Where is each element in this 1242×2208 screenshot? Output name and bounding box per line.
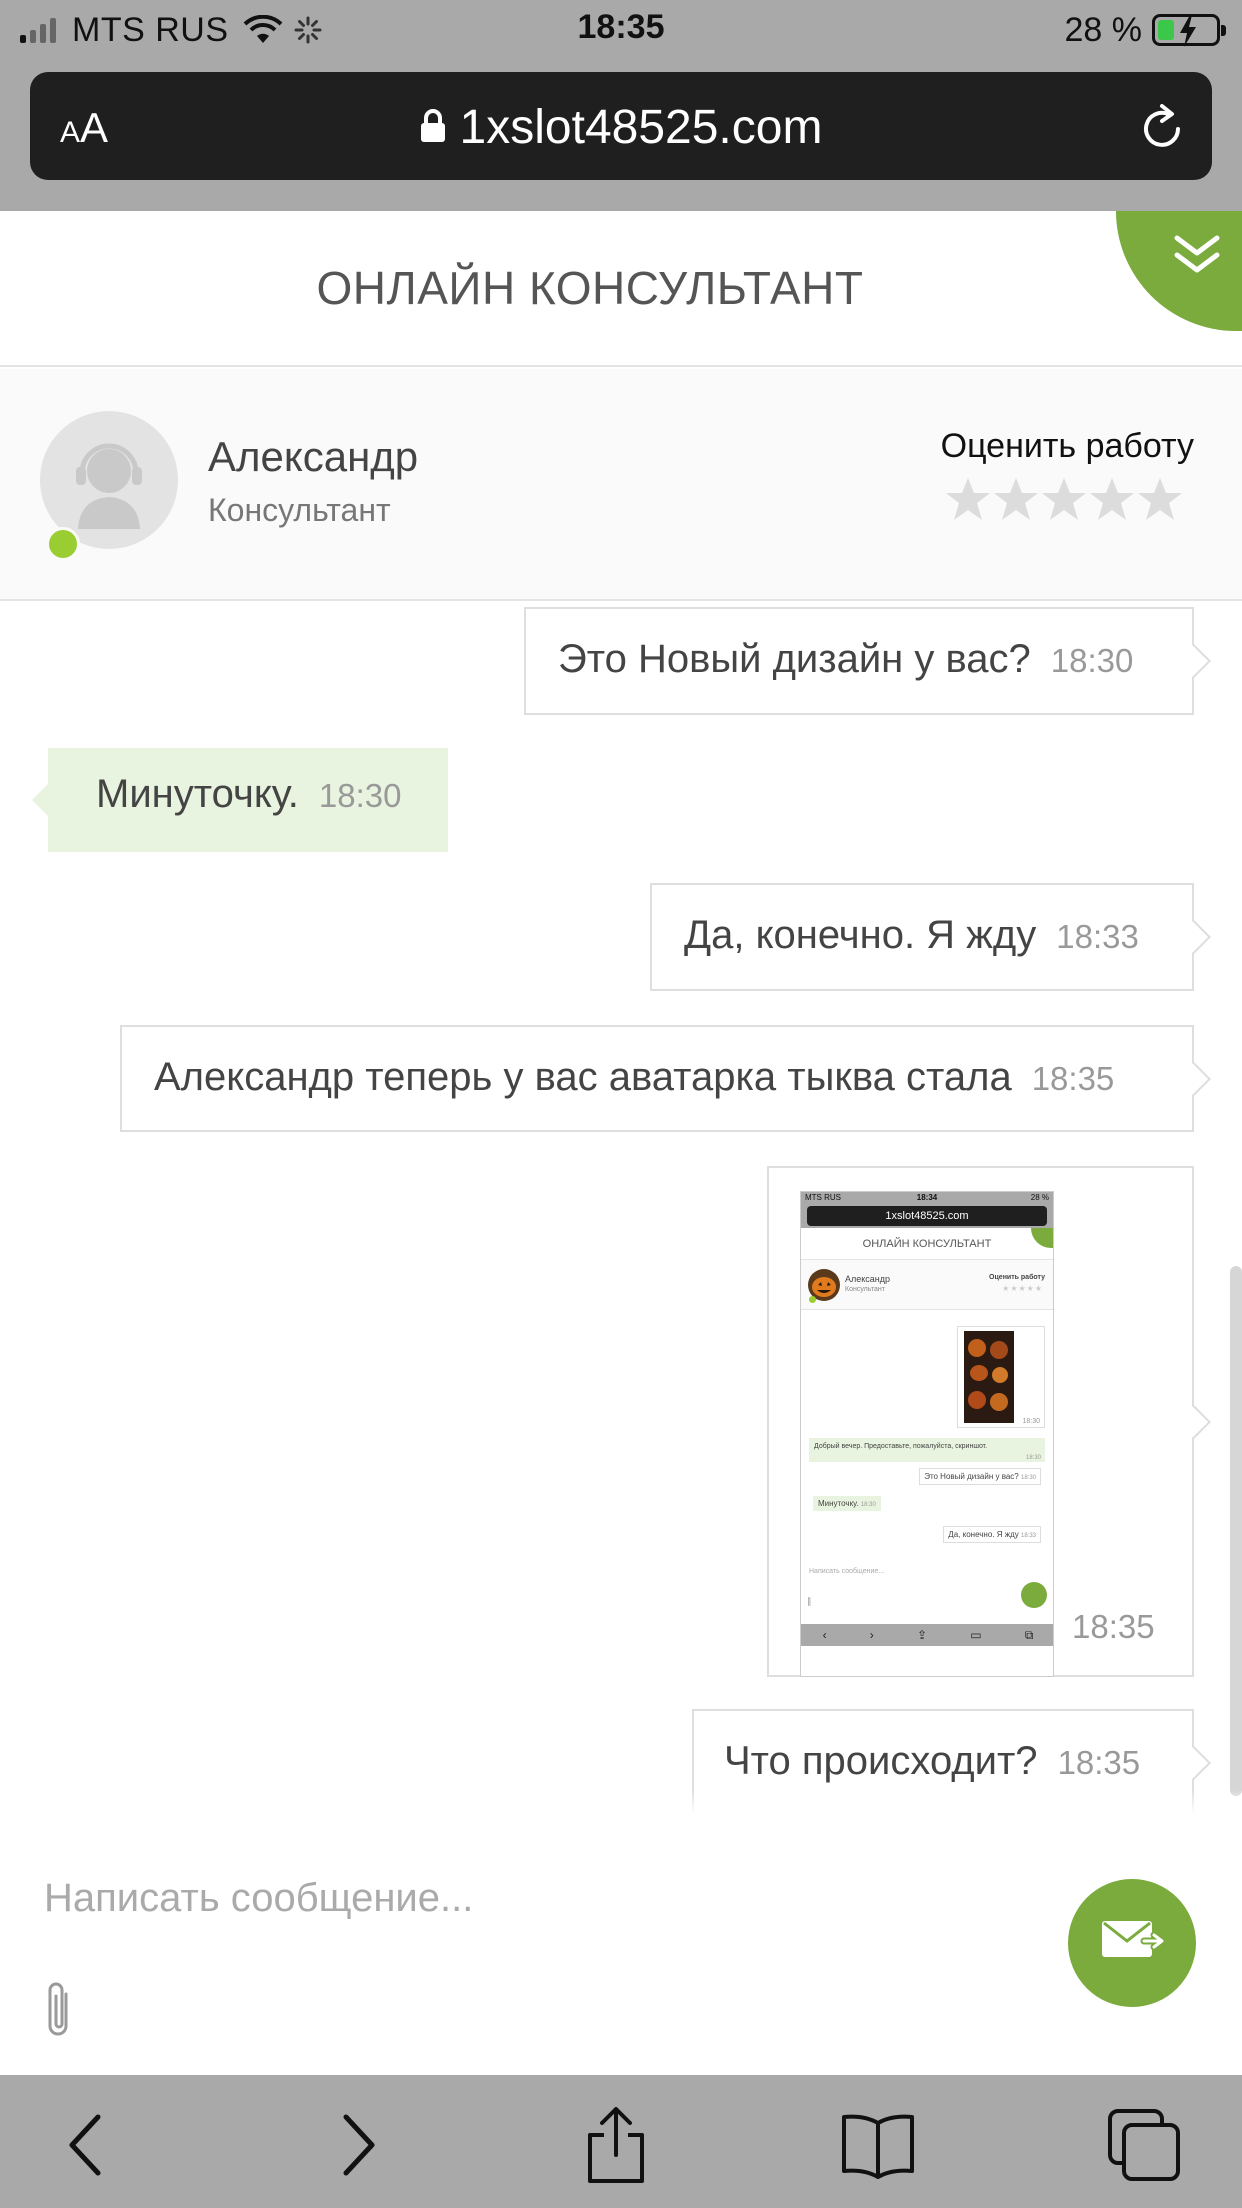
consultant-role: Консультант <box>208 492 391 528</box>
message-time: 18:35 <box>1031 1060 1115 1097</box>
thumb-collapse-icon <box>1031 1228 1053 1248</box>
message-time: 18:35 <box>1072 1608 1155 1645</box>
consultant-name: Александр <box>208 433 419 480</box>
thumb-image-time: 18:30 <box>1022 1418 1040 1425</box>
thumb-incoming-greeting: Добрый вечер. Предоставьте, пожалуйста, … <box>809 1438 1045 1462</box>
battery-percent: 28 % <box>1064 10 1143 49</box>
battery-fill <box>1158 20 1174 40</box>
message-text: Александр теперь у вас аватарка тыква ст… <box>154 1055 1012 1099</box>
message-time: 18:35 <box>1057 1744 1141 1781</box>
message-composer <box>0 1790 1242 2075</box>
back-icon[interactable] <box>48 2105 128 2185</box>
star-icon[interactable] <box>944 475 992 523</box>
consultant-panel: Александр Консультант Оценить работу <box>0 369 1242 601</box>
browser-toolbar: AA 1xslot48525.com <box>0 62 1242 211</box>
message-outgoing: Александр теперь у вас аватарка тыква ст… <box>120 1025 1194 1132</box>
chat-scrollbar[interactable] <box>1230 1266 1242 1796</box>
thumb-battery: 28 % <box>1030 1193 1049 1202</box>
send-envelope-icon <box>1102 1921 1166 1957</box>
star-icon[interactable] <box>1088 475 1136 523</box>
send-button[interactable] <box>1068 1879 1196 2007</box>
thumb-outgoing-message: Это Новый дизайн у вас? 18:30 <box>919 1468 1041 1485</box>
message-time: 18:30 <box>1050 642 1134 679</box>
share-icon[interactable] <box>576 2105 656 2185</box>
clock: 18:35 <box>577 8 665 46</box>
address-bar[interactable]: AA 1xslot48525.com <box>30 72 1212 180</box>
url-text: 1xslot48525.com <box>459 101 823 154</box>
lock-icon <box>420 109 445 143</box>
message-outgoing: Это Новый дизайн у вас? 18:30 <box>524 607 1194 715</box>
message-text: Это Новый дизайн у вас? <box>558 637 1031 681</box>
paperclip-icon[interactable] <box>42 1980 76 2042</box>
message-text: Да, конечно. Я жду <box>684 913 1037 957</box>
status-bar: MTS RUS 18:35 28 % <box>0 0 1242 62</box>
message-input[interactable] <box>44 1866 1024 1930</box>
chevron-double-down-icon <box>1174 235 1220 273</box>
rating-stars[interactable] <box>944 475 1184 523</box>
thumb-outgoing-message: Да, конечно. Я жду 18:33 <box>943 1526 1041 1543</box>
star-icon[interactable] <box>1136 475 1184 523</box>
attachment-thumbnail[interactable]: MTS RUS 18:34 28 % 1xslot48525.com ОНЛАЙ… <box>800 1191 1054 1677</box>
thumb-paperclip-icon: ∥ <box>807 1596 812 1606</box>
forward-icon[interactable] <box>316 2105 396 2185</box>
reload-icon[interactable] <box>1138 102 1186 152</box>
rate-work-label: Оценить работу <box>940 427 1194 465</box>
thumb-url: 1xslot48525.com <box>807 1206 1047 1226</box>
thumb-send-icon <box>1021 1582 1047 1608</box>
thumb-browser-nav: ‹ › ⇪ ▭ ⧉ <box>801 1624 1053 1646</box>
tabs-icon[interactable] <box>1104 2105 1184 2185</box>
online-status-dot <box>46 527 80 561</box>
thumb-incoming-message: Минуточку. 18:30 <box>813 1496 881 1511</box>
chat-header: ОНЛАЙН КОНСУЛЬТАНТ <box>0 211 1242 367</box>
message-incoming: Минуточку. 18:30 <box>32 748 448 852</box>
thumb-consultant-name: Александр <box>845 1274 891 1284</box>
battery-icon <box>1152 14 1226 47</box>
thumb-composer: Написать сообщение... ∥ <box>801 1564 1053 1624</box>
message-outgoing: Да, конечно. Я жду 18:33 <box>650 883 1194 991</box>
thumb-time: 18:34 <box>916 1193 938 1202</box>
star-icon[interactable] <box>1040 475 1088 523</box>
browser-bottom-toolbar <box>0 2075 1242 2208</box>
message-time: 18:30 <box>318 777 402 814</box>
chat-title: ОНЛАЙН КОНСУЛЬТАНТ <box>316 262 864 314</box>
thumb-image-message: 18:30 <box>957 1326 1045 1428</box>
star-icon[interactable] <box>992 475 1040 523</box>
message-text: Минуточку. <box>96 772 299 816</box>
thumb-rate-label: Оценить работу <box>989 1274 1045 1281</box>
thumb-consultant-role: Консультант <box>845 1286 885 1293</box>
message-text: Что происходит? <box>724 1739 1038 1783</box>
thumb-title: ОНЛАЙН КОНСУЛЬТАНТ <box>862 1238 992 1250</box>
bookmarks-icon[interactable] <box>838 2105 918 2185</box>
message-time: 18:33 <box>1056 918 1139 955</box>
